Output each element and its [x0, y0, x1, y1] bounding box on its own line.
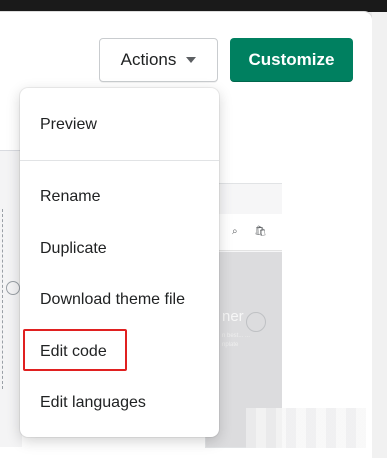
actions-menu: Preview Rename Duplicate Download theme …	[20, 88, 219, 437]
theme-preview-left-fragment	[0, 150, 22, 447]
customize-button[interactable]: Customize	[230, 38, 353, 82]
page-edge	[372, 12, 387, 458]
preview-hero-title: ner	[222, 308, 244, 325]
menu-item-download-theme-file[interactable]: Download theme file	[20, 277, 219, 323]
menu-item-rename[interactable]: Rename	[20, 174, 219, 220]
menu-item-label: Preview	[40, 116, 97, 133]
preview-illustration-circle	[6, 281, 20, 295]
preview-hero-subtitle: n best... ... nplate	[222, 333, 251, 348]
menu-divider	[20, 160, 219, 161]
customize-button-label: Customize	[248, 50, 335, 69]
caret-down-icon	[186, 57, 197, 63]
actions-button-label: Actions	[120, 50, 177, 69]
preview-illustration	[2, 209, 19, 389]
cart-icon: 🛍	[254, 226, 267, 237]
menu-item-label: Duplicate	[40, 240, 107, 257]
window-top-bar	[0, 0, 387, 12]
actions-dropdown-button[interactable]: Actions	[99, 38, 218, 82]
menu-item-edit-code[interactable]: Edit code	[20, 329, 219, 375]
menu-item-label: Edit languages	[40, 394, 146, 411]
preview-hero-illustration	[246, 312, 266, 332]
menu-item-preview[interactable]: Preview	[20, 102, 219, 148]
menu-item-edit-languages[interactable]: Edit languages	[20, 380, 219, 426]
menu-item-label: Download theme file	[40, 291, 185, 308]
menu-item-label: Edit code	[40, 343, 107, 360]
menu-item-duplicate[interactable]: Duplicate	[20, 226, 219, 272]
faint-watermark-pattern	[246, 408, 366, 448]
search-icon: ⌕	[232, 226, 238, 237]
menu-item-label: Rename	[40, 188, 101, 205]
